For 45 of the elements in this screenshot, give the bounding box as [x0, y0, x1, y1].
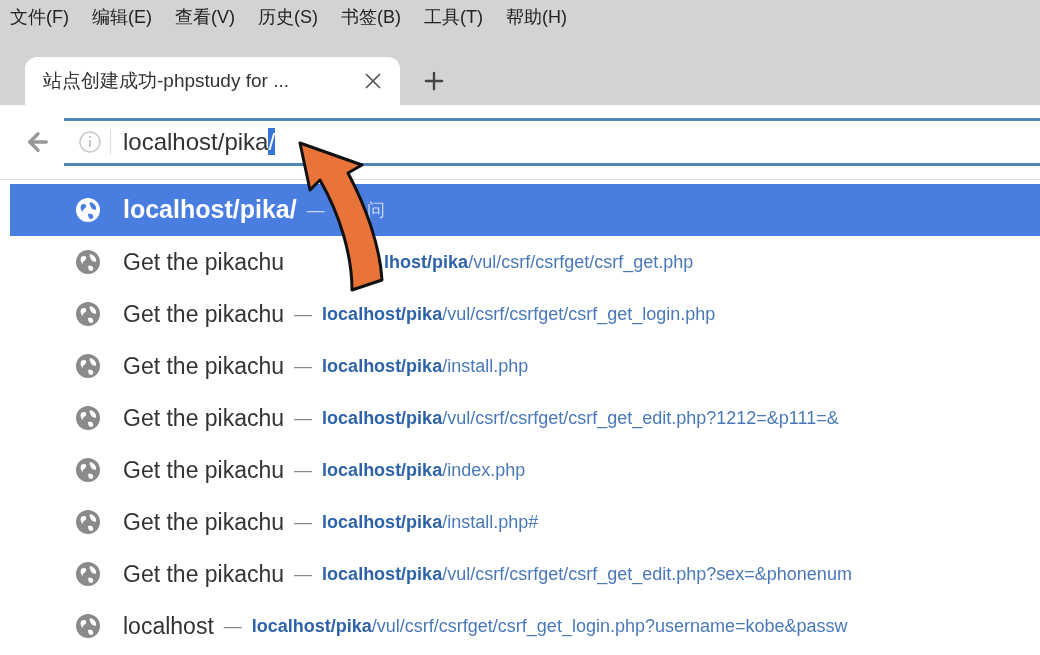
- suggestion-title: Get the pikachu: [123, 455, 285, 485]
- separator-dash: —: [294, 406, 313, 430]
- menu-item[interactable]: 书签(B): [341, 4, 401, 31]
- suggestion-title: Get the pikachu: [123, 507, 285, 537]
- suggestion-url: localhost/pika/vul/csrf/csrfget/csrf_get_edit.php?sex=&phonenum: [322, 562, 852, 587]
- menu-item[interactable]: 历史(S): [258, 4, 318, 31]
- menu-item[interactable]: 帮助(H): [505, 4, 567, 31]
- suggestion-url: localhost/pika/install.php: [322, 354, 529, 378]
- globe-icon: [75, 509, 101, 535]
- separator-dash: —: [294, 302, 313, 326]
- suggestion-title: Get the pikachu: [123, 559, 285, 589]
- browser-tab[interactable]: 站点创建成功-phpstudy for ...: [25, 57, 400, 105]
- suggestion-title: Get the pikachu: [123, 299, 285, 329]
- menu-item[interactable]: 文件(F): [10, 4, 69, 31]
- globe-icon: [75, 353, 101, 379]
- visit-label: 问: [366, 198, 385, 222]
- suggestion-title: Get the pikachu: [123, 403, 285, 433]
- suggestion-title: Get the pikachu: [123, 351, 285, 381]
- suggestion-url: localhost/pika/vul/csrf/csrfget/csrf_get_login.php: [322, 302, 716, 327]
- globe-icon: [75, 197, 101, 223]
- tab-title: 站点创建成功-phpstudy for ...: [43, 68, 290, 93]
- separator-dash: —: [294, 458, 313, 482]
- suggestion-url: localhost/pika/index.php: [322, 458, 526, 482]
- suggestion-title: localhost: [123, 611, 214, 641]
- menu-item[interactable]: 编辑(E): [92, 4, 152, 31]
- globe-icon: [75, 561, 101, 587]
- separator-dash: —: [294, 354, 313, 378]
- suggestion-url: localhost/pika/vul/csrf/csrfget/csrf_get_edit.php?1212=&p111=&: [322, 406, 839, 431]
- menu-item[interactable]: 工具(T): [424, 4, 483, 31]
- separator-dash: —: [306, 198, 325, 222]
- globe-icon: [75, 405, 101, 431]
- suggestion-row[interactable]: localhost/pika/ — 问: [10, 184, 1040, 236]
- globe-icon: [75, 457, 101, 483]
- suggestion-title: Get the pikachu: [123, 247, 285, 277]
- separator-dash: —: [294, 510, 313, 534]
- separator-dash: —: [223, 614, 242, 638]
- globe-icon: [75, 249, 101, 275]
- globe-icon: [75, 301, 101, 327]
- suggestion-url: localhost/pika/install.php#: [322, 510, 539, 534]
- suggestion-title: localhost/pika/: [123, 194, 297, 226]
- menu-item[interactable]: 查看(V): [175, 4, 235, 31]
- separator-dash: —: [294, 562, 313, 586]
- globe-icon: [75, 613, 101, 639]
- suggestion-url: localhost/pika/vul/csrf/csrfget/csrf_get_login.php?username=kobe&passw: [251, 614, 848, 639]
- suggestion-url: lhost/pika/vul/csrf/csrfget/csrf_get.php: [384, 250, 694, 275]
